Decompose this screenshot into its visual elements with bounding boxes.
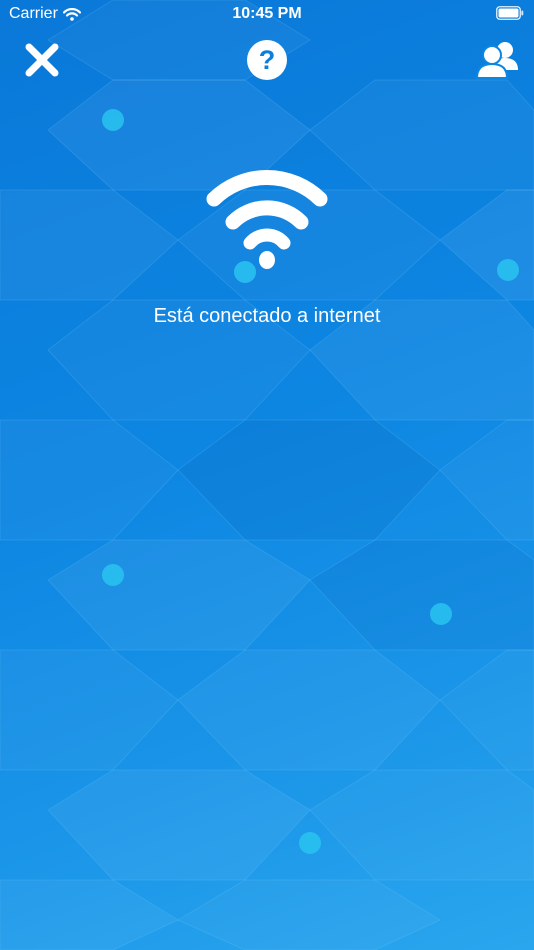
help-button[interactable]: ?: [243, 36, 291, 84]
close-button[interactable]: [18, 36, 66, 84]
help-icon-glyph: ?: [259, 45, 276, 75]
wifi-icon: [206, 170, 328, 269]
connection-status-text: Está conectado a internet: [153, 305, 381, 327]
hexagon-network-background: [0, 0, 534, 950]
users-icon: [475, 42, 518, 79]
close-icon: [25, 43, 59, 77]
users-button[interactable]: [474, 36, 522, 84]
status-bar: Carrier 10:45 PM: [0, 0, 534, 28]
navigation-bar: ?: [0, 36, 534, 88]
status-time: 10:45 PM: [232, 5, 302, 22]
battery-icon: [496, 6, 524, 20]
help-icon: ?: [247, 40, 287, 80]
